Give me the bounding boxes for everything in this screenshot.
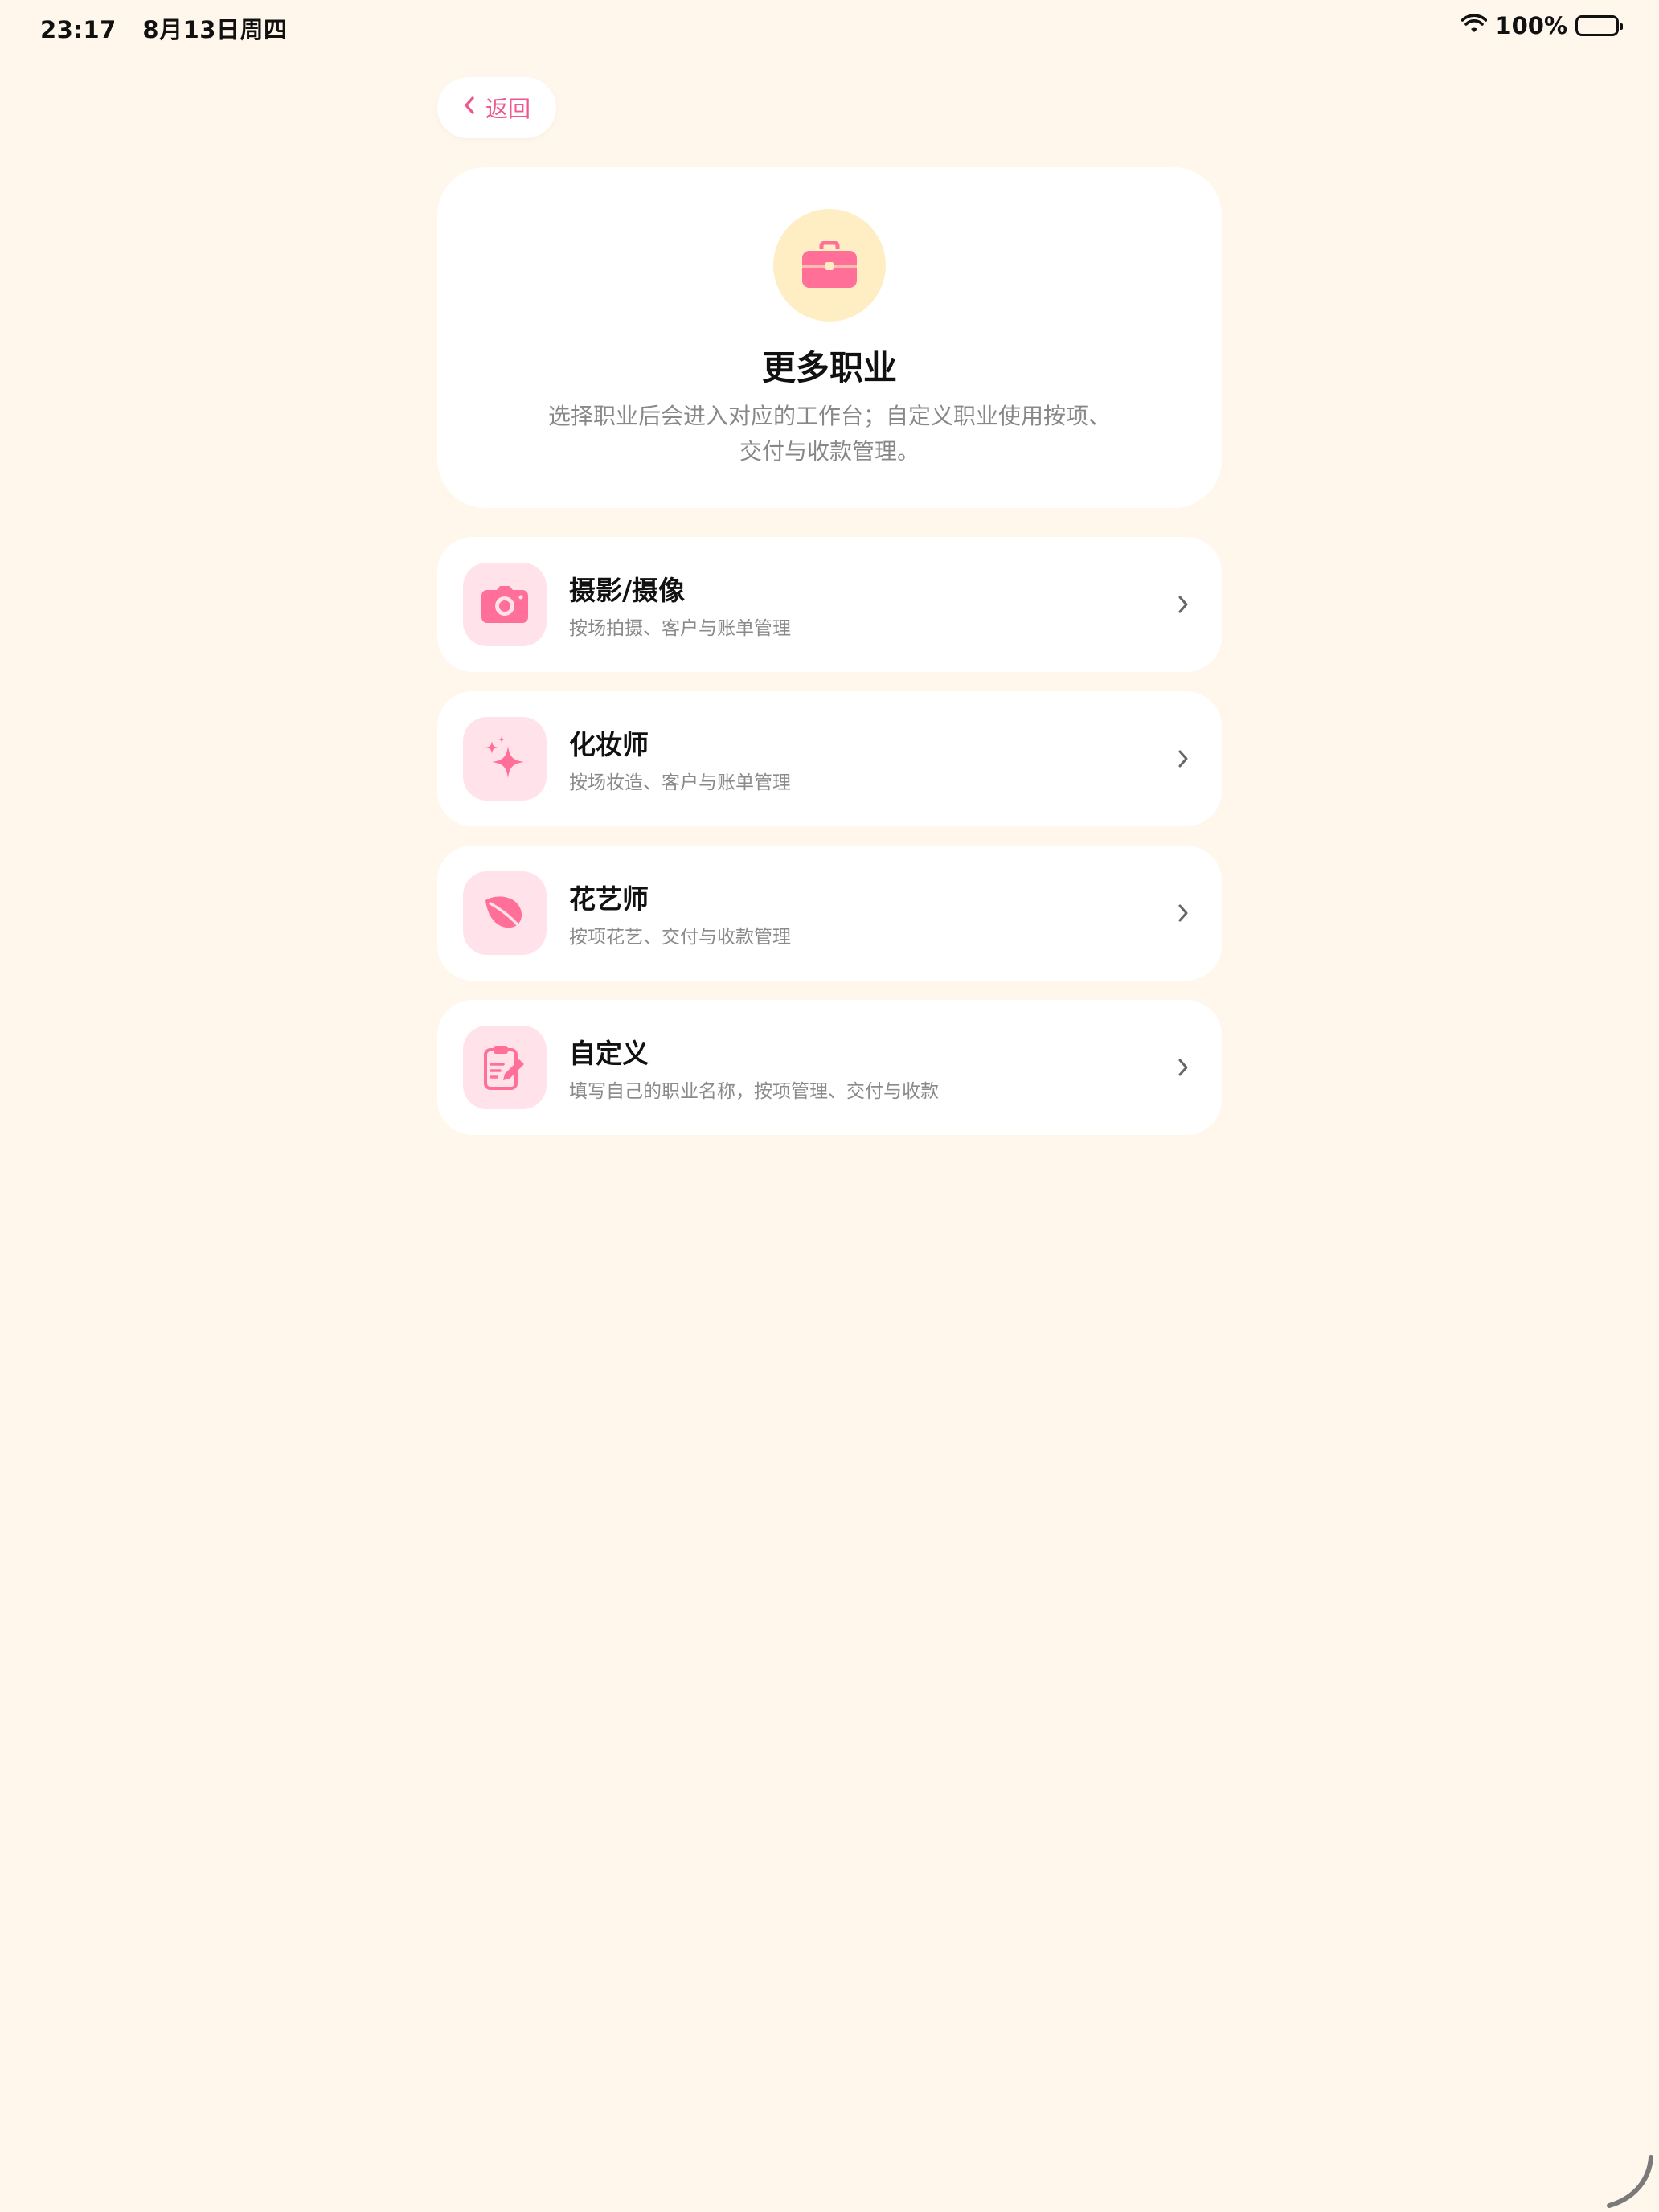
job-subtitle: 填写自己的职业名称，按项管理、交付与收款: [569, 1081, 939, 1102]
job-title: 自定义: [569, 1038, 649, 1069]
camera-icon: [463, 563, 547, 646]
status-date: 8月13日周四: [142, 16, 288, 43]
battery-percent: 100%: [1495, 12, 1567, 39]
status-time: 23:17: [40, 16, 117, 43]
back-label: 返回: [485, 96, 530, 122]
briefcase-icon: [773, 209, 886, 322]
wifi-icon: [1461, 12, 1488, 39]
job-item-photography[interactable]: 摄影/摄像 按场拍摄、客户与账单管理: [437, 537, 1222, 672]
status-bar: 23:17 8月13日周四 100%: [0, 0, 1659, 51]
clipboard-edit-icon: [463, 1026, 547, 1109]
job-item-makeup-artist[interactable]: 化妆师 按场妆造、客户与账单管理: [437, 691, 1222, 826]
chevron-right-icon: [1169, 590, 1198, 619]
hero-card: 更多职业 选择职业后会进入对应的工作台；自定义职业使用按项、交付与收款管理。: [437, 167, 1222, 508]
battery-icon: [1575, 15, 1623, 36]
chevron-right-icon: [1169, 1053, 1198, 1082]
job-title: 花艺师: [569, 883, 649, 915]
job-item-custom[interactable]: 自定义 填写自己的职业名称，按项管理、交付与收款: [437, 1000, 1222, 1135]
chevron-right-icon: [1169, 744, 1198, 773]
job-subtitle: 按场拍摄、客户与账单管理: [569, 618, 791, 639]
home-indicator-swoosh: [1604, 2154, 1656, 2209]
page-title: 更多职业: [761, 348, 897, 387]
chevron-right-icon: [1169, 899, 1198, 928]
page-description: 选择职业后会进入对应的工作台；自定义职业使用按项、交付与收款管理。: [547, 403, 1111, 465]
back-button[interactable]: 返回: [437, 77, 556, 138]
job-list: 摄影/摄像 按场拍摄、客户与账单管理 化妆师 按场妆造、客户与账单管理 花艺师 …: [437, 537, 1222, 1154]
job-item-florist[interactable]: 花艺师 按项花艺、交付与收款管理: [437, 846, 1222, 981]
job-title: 摄影/摄像: [569, 575, 686, 606]
job-title: 化妆师: [569, 729, 649, 760]
leaf-icon: [463, 871, 547, 955]
status-right: 100%: [1461, 11, 1623, 40]
chevron-left-icon: [463, 95, 476, 121]
job-subtitle: 按场妆造、客户与账单管理: [569, 772, 791, 793]
job-subtitle: 按项花艺、交付与收款管理: [569, 927, 791, 948]
sparkle-icon: [463, 717, 547, 801]
status-left: 23:17 8月13日周四: [40, 11, 287, 45]
